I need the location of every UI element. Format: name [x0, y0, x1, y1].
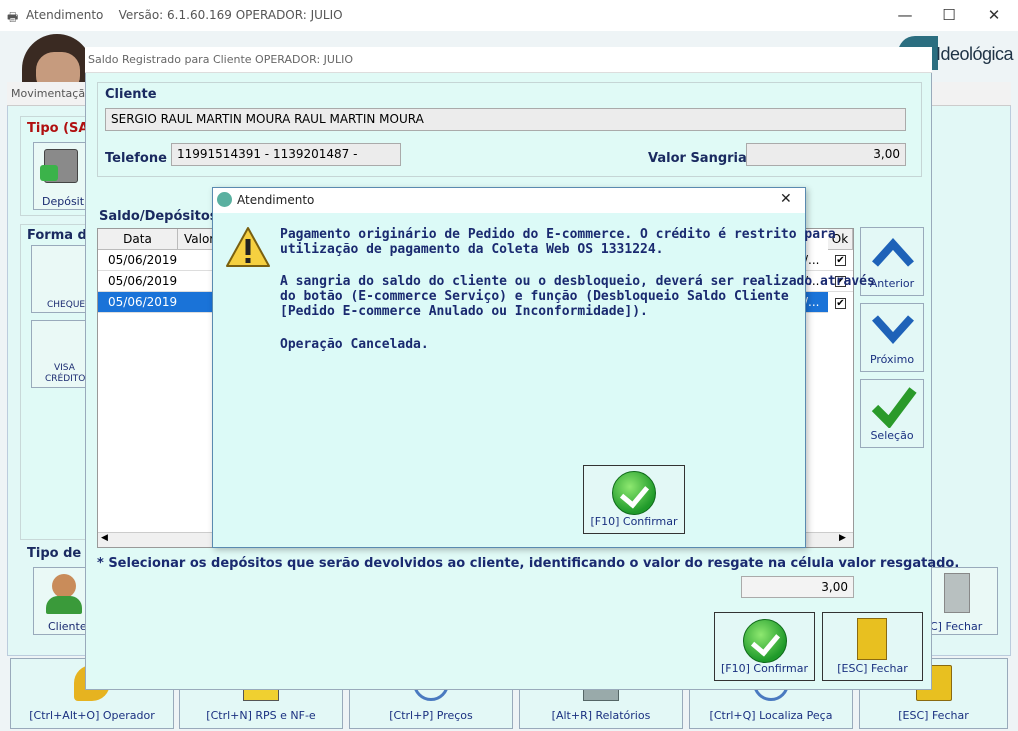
door-icon: [944, 573, 970, 613]
localiza-peca-label: [Ctrl+Q] Localiza Peça: [709, 709, 833, 722]
selection-note: * Selecionar os depósitos que serão devo…: [97, 556, 960, 571]
valor-sangria-label: Valor Sangria: [648, 151, 747, 166]
confirm-check-icon: [612, 471, 656, 515]
row-date: 05/06/2019: [108, 295, 178, 309]
person-body-icon: [46, 596, 82, 614]
total-field[interactable]: 3,00: [741, 576, 854, 598]
rps-nfe-label: [Ctrl+N] RPS e NF-e: [206, 709, 316, 722]
maximize-button[interactable]: ☐: [926, 4, 972, 28]
row-date: 05/06/2019: [108, 274, 178, 288]
scroll-left-icon[interactable]: ◀: [101, 533, 108, 543]
arrow-icon: [40, 165, 58, 181]
alert-message-3: Operação Cancelada.: [280, 337, 429, 352]
saldo-title-bar: Saldo Registrado para Cliente OPERADOR: …: [85, 47, 932, 73]
fechar-label: [ESC] Fechar: [898, 709, 969, 722]
mov-fechar-label: C] Fechar: [930, 620, 983, 633]
telefone-label: Telefone: [105, 151, 167, 166]
operador-label: [Ctrl+Alt+O] Operador: [29, 709, 155, 722]
cliente-tile-label: Cliente: [48, 620, 87, 633]
minimize-button[interactable]: —: [882, 4, 928, 28]
saldo-fechar-label: [ESC] Fechar: [837, 662, 908, 675]
mov-fechar-button[interactable]: C] Fechar: [925, 567, 998, 635]
valor-sangria-field[interactable]: 3,00: [746, 143, 906, 166]
cliente-field[interactable]: SERGIO RAUL MARTIN MOURA RAUL MARTIN MOU…: [105, 108, 906, 131]
app-icon: 🖶: [7, 10, 19, 24]
saldo-depositos-label: Saldo/Depósitos: [99, 209, 218, 224]
chevron-up-icon: [872, 238, 914, 267]
company-logo: Ideológica: [936, 44, 1014, 64]
chevron-down-icon: [872, 315, 914, 344]
deposito-tile-label: Depósit: [42, 195, 85, 208]
close-window-button[interactable]: ✕: [971, 4, 1017, 28]
selecao-label: Seleção: [870, 429, 914, 442]
cliente-label: Cliente: [105, 87, 157, 102]
alert-confirm-button[interactable]: [F10] Confirmar: [583, 465, 685, 534]
deposito-tile[interactable]: Depósit: [33, 142, 93, 210]
main-title-bar: 🖶 Atendimento Versão: 6.1.60.169 OPERADO…: [0, 0, 1018, 31]
door-icon: [857, 618, 887, 660]
cheque-tile-label: CHEQUE: [47, 300, 86, 310]
person-head-icon: [52, 574, 76, 598]
warning-icon: [226, 227, 270, 267]
cliente-tile[interactable]: Cliente: [33, 567, 93, 635]
alert-close-button[interactable]: ✕: [780, 191, 792, 207]
credito-label: CRÉDITO: [45, 374, 86, 384]
app-logo-icon: [217, 192, 232, 207]
scroll-right-icon[interactable]: ▶: [839, 533, 846, 543]
checkmark-icon: [871, 387, 917, 428]
precos-label: [Ctrl+P] Preços: [389, 709, 473, 722]
saldo-fechar-button[interactable]: [ESC] Fechar: [822, 612, 923, 681]
relatorios-label: [Alt+R] Relatórios: [551, 709, 651, 722]
alert-message-1: Pagamento originário de Pedido do E-comm…: [280, 227, 836, 257]
row-date: 05/06/2019: [108, 253, 178, 267]
proximo-label: Próximo: [869, 353, 915, 366]
telefone-field[interactable]: 11991514391 - 1139201487 -: [171, 143, 401, 166]
header-data[interactable]: Data: [98, 229, 178, 250]
alert-message-2: A sangria do saldo do cliente ou o desbl…: [280, 274, 875, 319]
visa-label: VISA: [54, 363, 75, 373]
selecao-button[interactable]: Seleção: [860, 379, 924, 448]
confirm-check-icon: [742, 619, 787, 663]
window-title: Atendimento Versão: 6.1.60.169 OPERADOR:…: [26, 8, 343, 22]
alert-title: Atendimento: [237, 193, 315, 207]
alert-title-bar: Atendimento ✕: [213, 188, 805, 213]
saldo-confirm-label: [F10] Confirmar: [720, 662, 809, 675]
alert-confirm-label: [F10] Confirmar: [590, 515, 678, 528]
row-ok-checkbox[interactable]: ✔: [835, 255, 846, 266]
saldo-confirm-button[interactable]: [F10] Confirmar: [714, 612, 815, 681]
